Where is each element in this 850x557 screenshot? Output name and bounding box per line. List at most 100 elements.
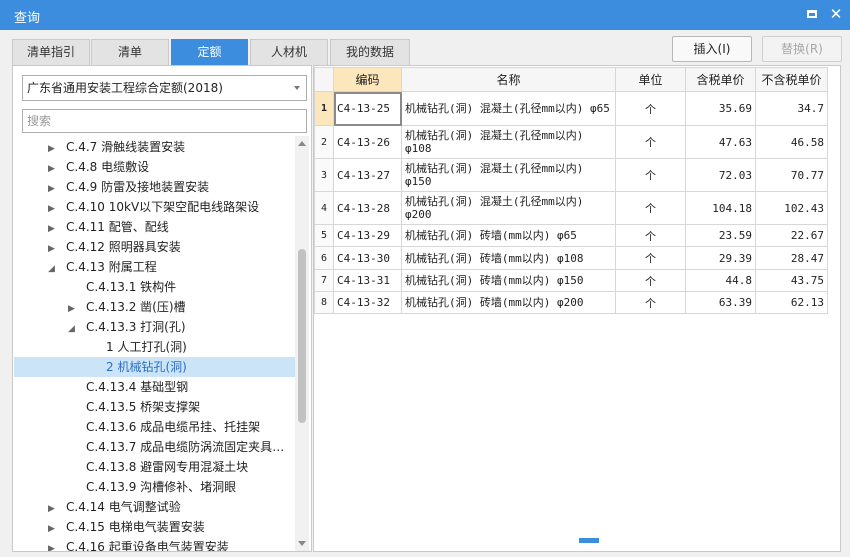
tab-my-data[interactable]: 我的数据 — [330, 39, 410, 65]
tree-node[interactable]: C.4.13.6 成品电缆吊挂、托挂架 — [14, 417, 295, 437]
tree-node[interactable]: ◢ C.4.13 附属工程 — [14, 257, 295, 277]
tree-node[interactable]: ▶ C.4.10 10kV以下架空配电线路架设 — [14, 197, 295, 217]
unit-cell: 个 — [615, 246, 686, 270]
tree-node[interactable]: ▶ C.4.7 滑触线装置安装 — [14, 137, 295, 157]
expand-arrow-icon[interactable]: ▶ — [48, 499, 58, 517]
splitter-handle[interactable] — [579, 538, 599, 543]
tree-node[interactable]: ▶ C.4.11 配管、配线 — [14, 217, 295, 237]
table-row[interactable]: 8 C4-13-32 机械钻孔(洞) 砖墙(mm以内) φ200 个 63.39 62.1… — [314, 291, 828, 314]
tree-node-label: 2 机械钻孔(洞) — [106, 360, 187, 374]
price-tax-cell: 44.8 — [685, 269, 756, 292]
tree-node[interactable]: ▶ C.4.8 电缆敷设 — [14, 157, 295, 177]
tree-node[interactable]: C.4.13.4 基础型钢 — [14, 377, 295, 397]
tree-scrollbar[interactable] — [295, 136, 309, 551]
tree-node-label: C.4.13.7 成品电缆防涡流固定夹具、... — [86, 440, 295, 454]
collapse-arrow-icon[interactable]: ◢ — [68, 319, 78, 337]
column-header-price-tax[interactable]: 含税单价 — [685, 67, 756, 92]
column-header-unit[interactable]: 单位 — [615, 67, 686, 92]
expand-arrow-icon[interactable]: ▶ — [48, 139, 58, 157]
row-number: 5 — [314, 224, 334, 247]
tree-node[interactable]: C.4.13.9 沟槽修补、堵洞眼 — [14, 477, 295, 497]
row-number: 4 — [314, 191, 334, 225]
price-notax-cell: 70.77 — [755, 158, 828, 192]
tree-node-label: C.4.13 附属工程 — [66, 260, 157, 274]
code-cell: C4-13-31 — [333, 269, 402, 292]
quota-tree-panel: 广东省通用安装工程综合定额(2018) 搜索 ▶ C.4.7 滑触线装置安装 ▶ C.… — [12, 65, 312, 552]
tree-node[interactable]: C.4.13.7 成品电缆防涡流固定夹具、... — [14, 437, 295, 457]
quota-table-panel: 编码 名称 单位 含税单价 不含税单价 1 C4-13-25 机械钻孔(洞) 混凝土… — [313, 65, 841, 552]
tab-labor-material[interactable]: 人材机 — [250, 39, 328, 65]
price-notax-cell: 22.67 — [755, 224, 828, 247]
price-notax-cell: 102.43 — [755, 191, 828, 225]
tree-node[interactable]: ▶ C.4.16 起重设备电气装置安装 — [14, 537, 295, 551]
row-number: 2 — [314, 125, 334, 159]
quota-library-value: 广东省通用安装工程综合定额(2018) — [27, 81, 223, 95]
row-number: 7 — [314, 269, 334, 292]
tree-node[interactable]: C.4.13.8 避雷网专用混凝土块 — [14, 457, 295, 477]
table-row[interactable]: 5 C4-13-29 机械钻孔(洞) 砖墙(mm以内) φ65 个 23.59 22.67 — [314, 224, 828, 247]
tree-node[interactable]: ▶ C.4.13.2 凿(压)槽 — [14, 297, 295, 317]
tab-quota[interactable]: 定额 — [171, 39, 248, 65]
title-bar: 查询 ✕ — [0, 0, 850, 30]
quota-table: 编码 名称 单位 含税单价 不含税单价 1 C4-13-25 机械钻孔(洞) 混凝土… — [314, 67, 828, 314]
tree-node-label: 1 人工打孔(洞) — [106, 340, 187, 354]
code-cell: C4-13-25 — [333, 91, 402, 126]
search-input[interactable]: 搜索 — [22, 109, 307, 133]
tree-node[interactable]: ▶ C.4.12 照明器具安装 — [14, 237, 295, 257]
expand-arrow-icon[interactable]: ▶ — [48, 219, 58, 237]
code-cell: C4-13-29 — [333, 224, 402, 247]
scroll-down-icon[interactable] — [298, 541, 306, 546]
tree-node-label: C.4.13.1 铁构件 — [86, 280, 177, 294]
close-icon[interactable]: ✕ — [828, 6, 844, 22]
price-notax-cell: 34.7 — [755, 91, 828, 126]
tree-node-label: C.4.13.9 沟槽修补、堵洞眼 — [86, 480, 237, 494]
quota-library-select[interactable]: 广东省通用安装工程综合定额(2018) — [22, 75, 307, 101]
name-cell: 机械钻孔(洞) 砖墙(mm以内) φ65 — [401, 224, 616, 247]
tree-node-label: C.4.8 电缆敷设 — [66, 160, 150, 174]
scroll-thumb[interactable] — [298, 249, 306, 423]
expand-arrow-icon[interactable]: ▶ — [48, 539, 58, 551]
tree-node[interactable]: ▶ C.4.15 电梯电气装置安装 — [14, 517, 295, 537]
expand-arrow-icon[interactable]: ▶ — [48, 239, 58, 257]
expand-arrow-icon[interactable]: ▶ — [48, 519, 58, 537]
table-row[interactable]: 2 C4-13-26 机械钻孔(洞) 混凝土(孔径mm以内) φ108 个 47.63 4… — [314, 125, 828, 159]
tree-node[interactable]: 2 机械钻孔(洞) — [14, 357, 295, 377]
scroll-up-icon[interactable] — [298, 141, 306, 146]
name-cell: 机械钻孔(洞) 混凝土(孔径mm以内) φ108 — [401, 125, 616, 159]
column-header-name[interactable]: 名称 — [401, 67, 616, 92]
tree-node[interactable]: C.4.13.5 桥架支撑架 — [14, 397, 295, 417]
code-cell: C4-13-28 — [333, 191, 402, 225]
unit-cell: 个 — [615, 269, 686, 292]
price-notax-cell: 46.58 — [755, 125, 828, 159]
price-tax-cell: 23.59 — [685, 224, 756, 247]
expand-arrow-icon[interactable]: ▶ — [48, 179, 58, 197]
maximize-icon[interactable] — [804, 6, 820, 22]
collapse-arrow-icon[interactable]: ◢ — [48, 259, 58, 277]
price-notax-cell: 28.47 — [755, 246, 828, 270]
table-row[interactable]: 1 C4-13-25 机械钻孔(洞) 混凝土(孔径mm以内) φ65 个 35.69 34… — [314, 91, 828, 126]
table-row[interactable]: 7 C4-13-31 机械钻孔(洞) 砖墙(mm以内) φ150 个 44.8 43.75 — [314, 269, 828, 292]
tree-node[interactable]: ◢ C.4.13.3 打洞(孔) — [14, 317, 295, 337]
expand-arrow-icon[interactable]: ▶ — [48, 199, 58, 217]
price-tax-cell: 47.63 — [685, 125, 756, 159]
expand-arrow-icon[interactable]: ▶ — [48, 159, 58, 177]
table-row[interactable]: 3 C4-13-27 机械钻孔(洞) 混凝土(孔径mm以内) φ150 个 72.03 7… — [314, 158, 828, 192]
table-row[interactable]: 6 C4-13-30 机械钻孔(洞) 砖墙(mm以内) φ108 个 29.39 28.4… — [314, 246, 828, 270]
insert-button[interactable]: 插入(I) — [672, 36, 752, 62]
tree-node[interactable]: C.4.13.1 铁构件 — [14, 277, 295, 297]
name-cell: 机械钻孔(洞) 混凝土(孔径mm以内) φ150 — [401, 158, 616, 192]
tab-list[interactable]: 清单 — [91, 39, 169, 65]
column-header-price-notax[interactable]: 不含税单价 — [755, 67, 828, 92]
tree-node[interactable]: ▶ C.4.14 电气调整试验 — [14, 497, 295, 517]
tree-node[interactable]: 1 人工打孔(洞) — [14, 337, 295, 357]
tree-node[interactable]: ▶ C.4.9 防雷及接地装置安装 — [14, 177, 295, 197]
tab-list-guide[interactable]: 清单指引 — [12, 39, 90, 65]
price-tax-cell: 63.39 — [685, 291, 756, 314]
replace-button[interactable]: 替换(R) — [762, 36, 842, 62]
price-tax-cell: 72.03 — [685, 158, 756, 192]
tree-node-label: C.4.10 10kV以下架空配电线路架设 — [66, 200, 260, 214]
table-row[interactable]: 4 C4-13-28 机械钻孔(洞) 混凝土(孔径mm以内) φ200 个 104.18… — [314, 191, 828, 225]
row-number-header — [314, 67, 334, 92]
column-header-code[interactable]: 编码 — [333, 67, 402, 92]
expand-arrow-icon[interactable]: ▶ — [68, 299, 78, 317]
